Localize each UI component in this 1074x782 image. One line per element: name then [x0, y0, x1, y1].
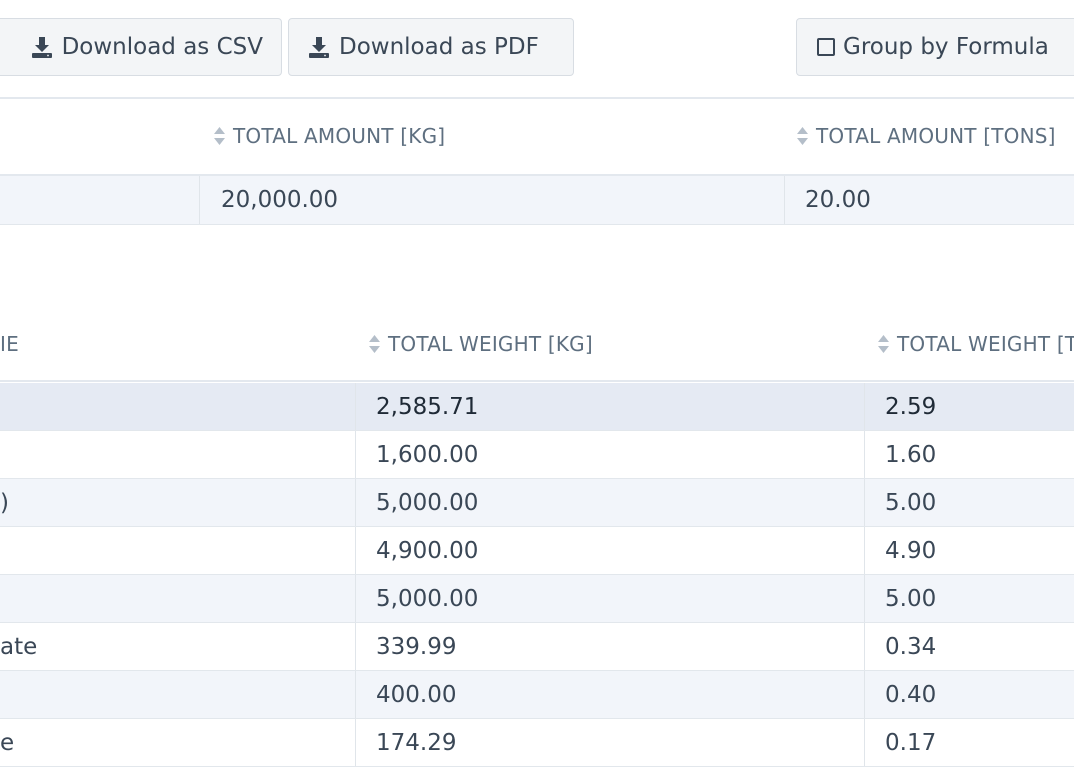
sort-icon	[214, 127, 225, 145]
column-divider	[864, 479, 865, 526]
column-divider	[355, 671, 356, 718]
download-csv-label: Download as CSV	[61, 34, 263, 60]
table-row[interactable]: 4,900.00 4.90	[0, 527, 1074, 575]
sort-icon	[797, 127, 808, 145]
detail-header-divider	[0, 380, 1074, 382]
weight-kg-cell: 1,600.00	[376, 441, 479, 468]
sort-icon	[878, 335, 889, 353]
table-row[interactable]: e 174.29 0.17	[0, 719, 1074, 767]
column-divider	[355, 719, 356, 766]
column-divider	[864, 383, 865, 430]
sort-icon	[369, 335, 380, 353]
column-divider	[864, 431, 865, 478]
header-name[interactable]: IE	[0, 332, 19, 356]
column-divider	[355, 575, 356, 622]
summary-tons-cell: 20.00	[805, 187, 871, 213]
weight-t-cell: 1.60	[885, 441, 937, 468]
table-row[interactable]: 1,600.00 1.60	[0, 431, 1074, 479]
weight-t-cell: 0.40	[885, 681, 937, 708]
weight-t-cell: 4.90	[885, 537, 937, 564]
table-row[interactable]: ) 5,000.00 5.00	[0, 479, 1074, 527]
table-row[interactable]: 2,585.71 2.59	[0, 383, 1074, 431]
download-pdf-button[interactable]: Download as PDF	[288, 18, 574, 76]
weight-t-cell: 5.00	[885, 489, 937, 516]
download-pdf-label: Download as PDF	[339, 34, 539, 60]
weight-kg-cell: 400.00	[376, 681, 457, 708]
download-csv-button[interactable]: Download as CSV	[0, 18, 282, 76]
weight-t-cell: 2.59	[885, 393, 937, 420]
name-cell: e	[0, 729, 15, 756]
column-divider	[864, 623, 865, 670]
column-divider	[864, 527, 865, 574]
group-by-formula-toggle[interactable]: Group by Formula	[796, 18, 1074, 76]
table-row[interactable]: 400.00 0.40	[0, 671, 1074, 719]
name-cell: ate	[0, 633, 38, 660]
weight-kg-cell: 5,000.00	[376, 585, 479, 612]
weight-kg-cell: 174.29	[376, 729, 457, 756]
table-row[interactable]: ate 339.99 0.34	[0, 623, 1074, 671]
column-divider	[199, 176, 200, 224]
group-by-formula-label: Group by Formula	[843, 34, 1049, 60]
column-divider	[784, 176, 785, 224]
column-divider	[355, 383, 356, 430]
name-cell: )	[0, 489, 9, 516]
weight-kg-cell: 339.99	[376, 633, 457, 660]
column-divider	[355, 431, 356, 478]
weight-t-cell: 0.34	[885, 633, 937, 660]
column-divider	[355, 527, 356, 574]
weight-t-cell: 5.00	[885, 585, 937, 612]
download-icon	[309, 37, 329, 58]
checkbox-icon[interactable]	[817, 38, 835, 56]
summary-kg-cell: 20,000.00	[221, 187, 339, 213]
column-divider	[864, 719, 865, 766]
column-divider	[864, 575, 865, 622]
column-divider	[355, 623, 356, 670]
header-total-weight-t[interactable]: TOTAL WEIGHT [T	[877, 332, 1074, 356]
table-row[interactable]: 5,000.00 5.00	[0, 575, 1074, 623]
header-total-amount-tons[interactable]: TOTAL AMOUNT [TONS]	[796, 124, 1056, 148]
weight-kg-cell: 4,900.00	[376, 537, 479, 564]
download-icon	[31, 37, 52, 58]
weight-t-cell: 0.17	[885, 729, 937, 756]
toolbar-divider	[0, 97, 1074, 99]
column-divider	[355, 479, 356, 526]
header-total-amount-kg[interactable]: TOTAL AMOUNT [KG]	[213, 124, 445, 148]
weight-kg-cell: 5,000.00	[376, 489, 479, 516]
header-total-weight-kg[interactable]: TOTAL WEIGHT [KG]	[368, 332, 593, 356]
weight-kg-cell: 2,585.71	[376, 393, 479, 420]
summary-row: 20,000.00 20.00	[0, 176, 1074, 225]
column-divider	[864, 671, 865, 718]
